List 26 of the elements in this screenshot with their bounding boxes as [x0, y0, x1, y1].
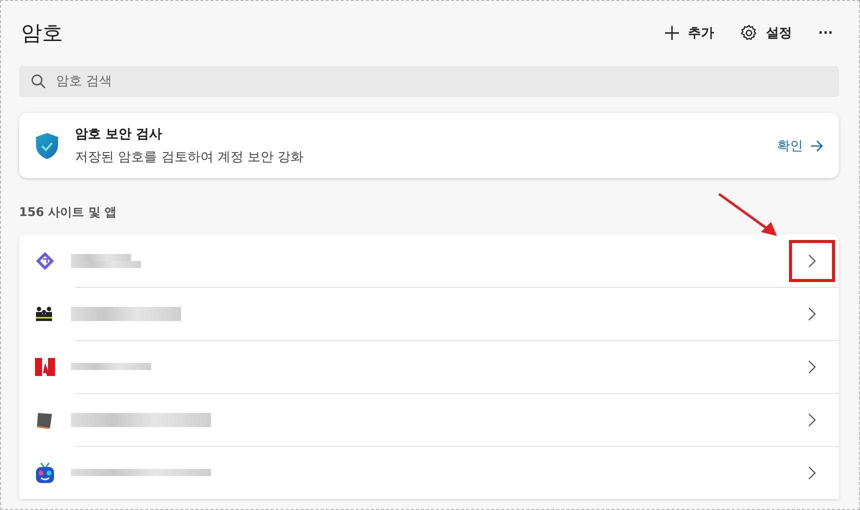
add-button[interactable]: 추가 [664, 24, 714, 42]
triangle-logo-icon [35, 358, 55, 376]
tablet-icon [35, 410, 53, 428]
chevron-right-icon[interactable] [808, 254, 816, 268]
search-field[interactable]: 암호 검색 [19, 66, 839, 97]
chevron-right-icon[interactable] [808, 360, 816, 374]
section-label: 156 사이트 및 앱 [19, 204, 118, 221]
chevron-right-icon[interactable] [808, 466, 816, 480]
confirm-link[interactable]: 확인 [777, 136, 823, 154]
settings-icon [740, 24, 758, 42]
chevron-right-icon[interactable] [808, 412, 816, 426]
blurred-text [71, 254, 141, 268]
search-icon [31, 74, 46, 89]
more-button[interactable]: ··· [818, 26, 833, 40]
plus-icon [664, 25, 680, 41]
annotation-arrow [717, 192, 779, 238]
page-title: 암호 [20, 20, 63, 47]
security-check-description: 저장된 암호를 검토하여 계정 보안 강화 [75, 149, 305, 166]
shield-icon [35, 132, 59, 160]
figures-logo-icon [35, 306, 53, 322]
diamond-logo-icon [35, 250, 55, 270]
arrow-right-icon [810, 140, 823, 152]
robot-icon [35, 462, 55, 484]
chevron-right-icon[interactable] [808, 306, 816, 320]
settings-button[interactable]: 설정 [740, 24, 792, 42]
security-check-title: 암호 보안 검사 [75, 126, 164, 143]
